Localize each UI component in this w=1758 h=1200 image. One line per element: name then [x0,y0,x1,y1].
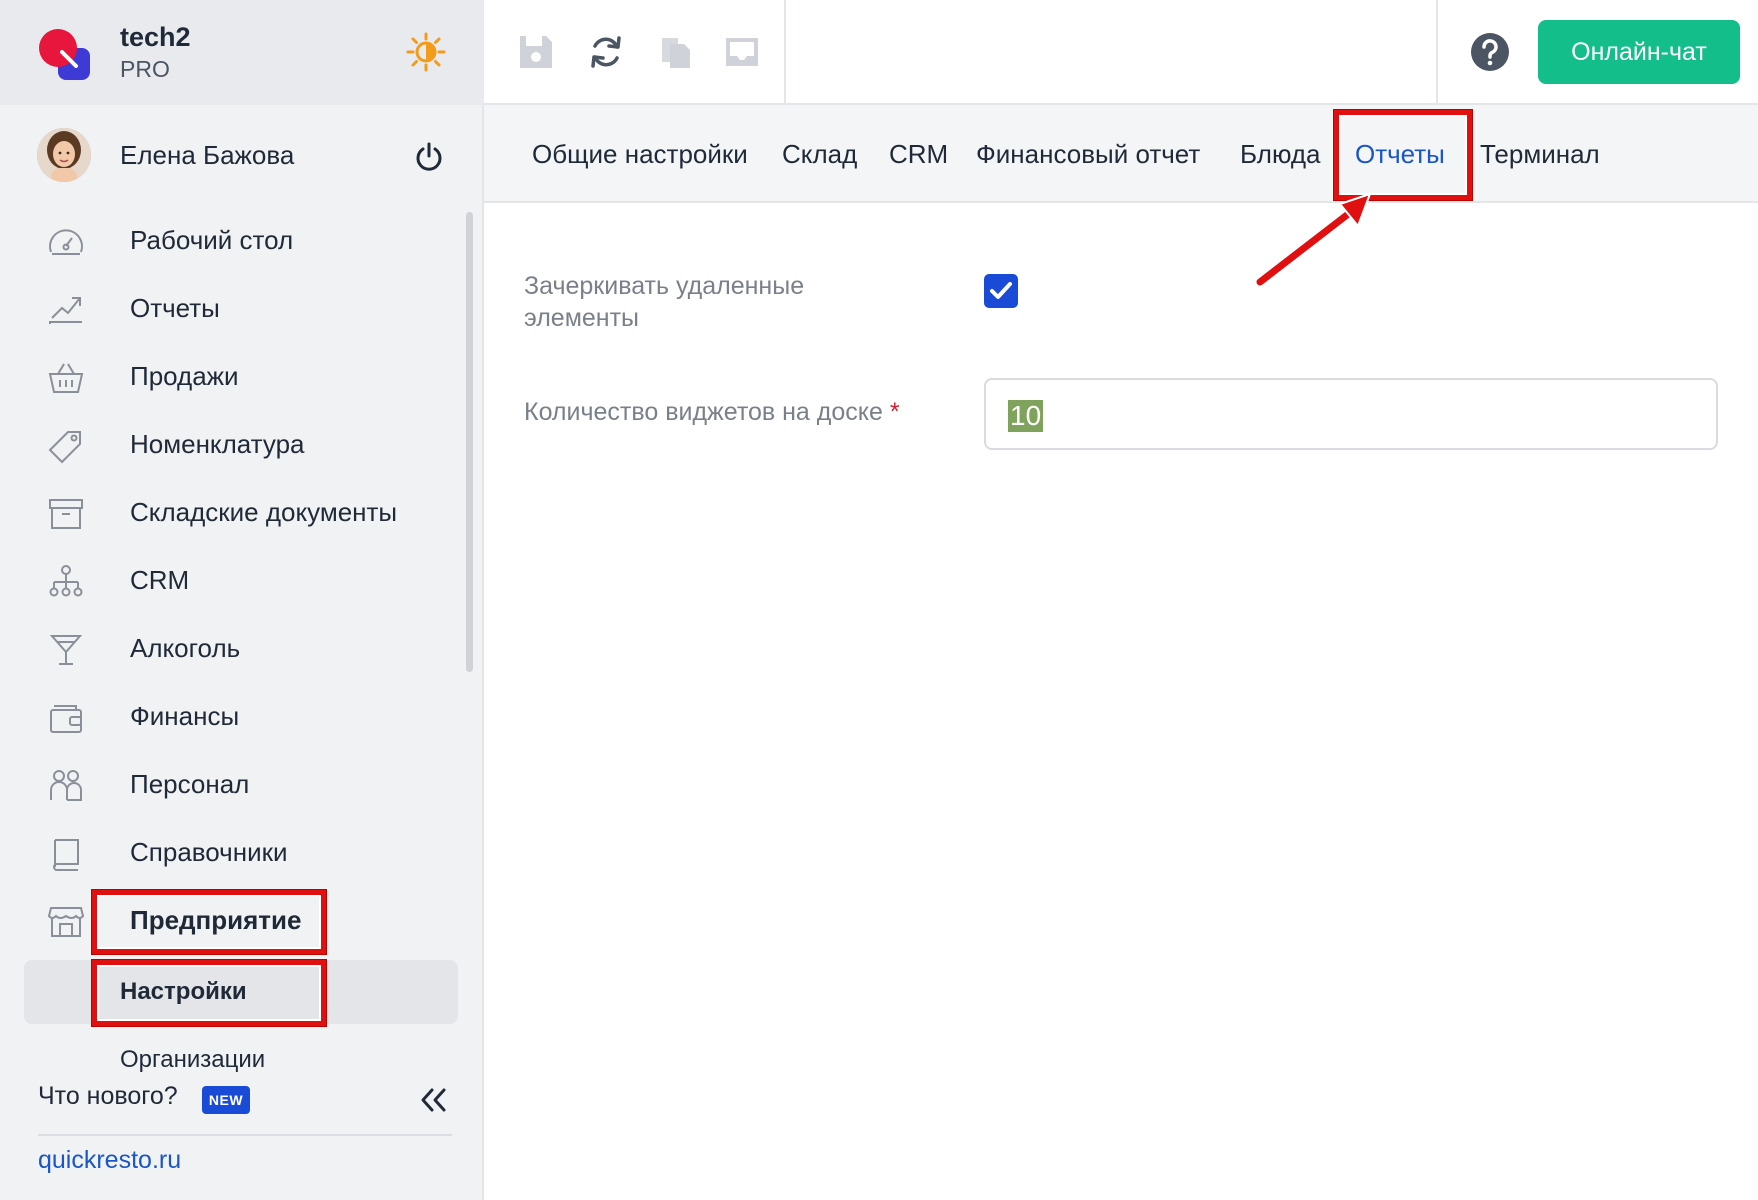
brand-header: tech2 PRO [0,0,484,105]
book-icon [53,839,79,871]
new-badge: NEW [202,1086,250,1114]
sidebar-scrollbar[interactable] [466,212,473,672]
site-link[interactable]: quickresto.ru [38,1146,181,1175]
help-icon[interactable] [1470,32,1510,72]
archive-box-icon [49,499,83,529]
tab-crm[interactable]: CRM [889,139,948,170]
nav-item-nomenclature[interactable]: Номенклатура [0,414,460,474]
wallet-icon [50,705,82,733]
settings-tabs: Общие настройки Склад CRM Финансовый отч… [484,105,1758,203]
collapse-sidebar-icon[interactable] [418,1086,448,1114]
strike-deleted-label-line2: элементы [524,304,640,332]
nav-label: Справочники [130,837,288,867]
nav-item-crm[interactable]: CRM [0,550,460,610]
toolbar-divider [784,0,786,105]
nav-item-desktop[interactable]: Рабочий стол [0,210,460,270]
avatar [37,128,91,182]
store-icon [47,907,85,937]
nav-label: Персонал [130,769,250,799]
nav-label: Алкоголь [130,633,241,663]
tag-icon [48,431,81,464]
highlight-settings [92,960,326,1026]
strike-deleted-label-line1: Зачеркивать удаленные [524,272,805,300]
toolbar-divider [1436,0,1438,105]
brand-name: tech2 [120,22,191,52]
theme-sun-icon[interactable] [406,32,446,72]
app-logo [39,29,90,80]
cocktail-icon [49,635,83,665]
tab-warehouse[interactable]: Склад [782,139,857,170]
basket-icon [48,363,84,393]
online-chat-button[interactable]: Онлайн-чат [1538,20,1740,84]
sync-icon[interactable] [586,32,626,72]
nav-label: Финансы [130,701,240,731]
nav-label: Номенклатура [130,429,305,459]
nav-item-staff[interactable]: Персонал [0,754,460,814]
nav-label: Продажи [130,361,239,391]
footer-divider [38,1134,452,1136]
tab-terminal[interactable]: Терминал [1480,139,1600,170]
nav-item-directories[interactable]: Справочники [0,822,460,882]
nav-item-alcohol[interactable]: Алкоголь [0,618,460,678]
widgets-count-value: 10 [1008,400,1044,432]
widgets-count-input[interactable]: 10 [984,378,1718,450]
save-icon[interactable] [516,32,556,72]
nav-item-warehouse-docs[interactable]: Складские документы [0,482,460,542]
widgets-count-label: Количество виджетов на доске * [524,396,900,428]
brand-plan: PRO [120,56,170,82]
nav-sub-label: Организации [120,1046,266,1073]
strike-deleted-label: Зачеркивать удаленные элементы [524,270,804,334]
tab-general[interactable]: Общие настройки [532,139,748,170]
checkmark-icon [990,282,1012,299]
nav-label: Отчеты [130,293,220,323]
user-profile[interactable]: Елена Бажова [0,120,484,190]
annotation-arrow-icon [1256,192,1372,286]
nav-label: CRM [130,565,190,595]
gauge-icon [49,229,83,255]
inbox-icon[interactable] [722,32,762,72]
tab-financial-report[interactable]: Финансовый отчет [976,139,1200,170]
widgets-count-label-text: Количество виджетов на доске [524,398,883,426]
highlight-enterprise [92,890,326,954]
whats-new-link[interactable]: Что нового? [38,1082,178,1111]
tab-dishes[interactable]: Блюда [1240,139,1321,170]
logout-power-icon[interactable] [414,142,444,172]
nav-item-reports[interactable]: Отчеты [0,278,460,338]
nav-item-sales[interactable]: Продажи [0,346,460,406]
people-icon [50,770,82,801]
nav-label: Рабочий стол [130,225,294,255]
strike-deleted-checkbox[interactable] [984,274,1018,308]
user-name: Елена Бажова [120,140,295,170]
org-chart-icon [49,565,83,597]
required-mark: * [889,398,900,426]
top-toolbar: Онлайн-чат [484,0,1758,105]
nav-item-finance[interactable]: Финансы [0,686,460,746]
copy-icon[interactable] [656,32,696,72]
nav-label: Складские документы [130,497,398,527]
chart-trend-icon [49,297,82,324]
